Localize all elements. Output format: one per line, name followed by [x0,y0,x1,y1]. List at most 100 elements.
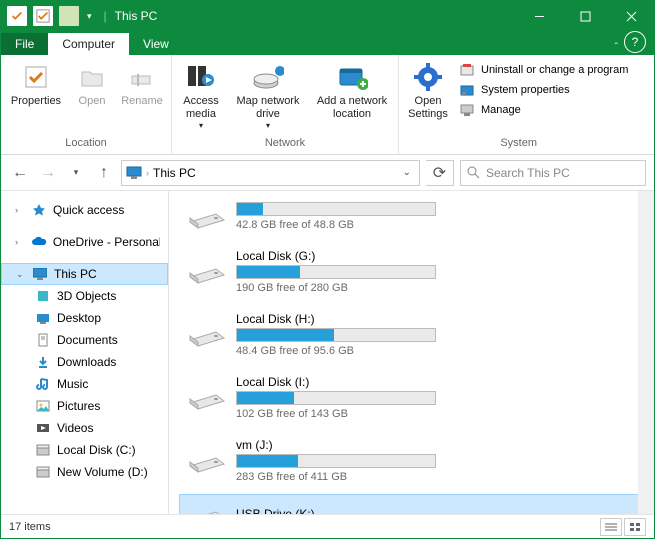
map-drive-button[interactable]: Map network drive▾ [228,59,308,131]
open-button[interactable]: Open [69,59,115,108]
sidebar-item-new-volume-d-[interactable]: New Volume (D:) [1,461,168,483]
pc-icon [32,266,48,282]
pc-icon [126,166,142,180]
sidebar-item-this-pc[interactable]: ⌄This PC [1,263,168,285]
folder-icon [35,332,51,348]
sidebar-item-pictures[interactable]: Pictures [1,395,168,417]
drive-name: Local Disk (G:) [236,249,637,263]
drive-icon [186,384,226,412]
sidebar-item-videos[interactable]: Videos [1,417,168,439]
refresh-button[interactable]: ⟳ [426,160,454,186]
drive-free-text: 42.8 GB free of 48.8 GB [236,219,637,231]
folder-icon [35,442,51,458]
drive-icon [186,203,226,231]
maximize-button[interactable] [562,1,608,31]
drive-item[interactable]: Local Disk (I:)102 GB free of 143 GB [179,368,644,427]
qat-dropdown-icon[interactable]: ▾ [85,11,94,22]
drive-icon [186,321,226,349]
group-network: Access media▾ Map network drive▾ Add a n… [172,55,399,154]
manage-icon [459,102,475,118]
address-bar[interactable]: › This PC ⌄ [121,160,420,186]
drive-item[interactable]: vm (J:) 283 GB free of 411 GB [179,431,644,490]
folder-icon [35,310,51,326]
checkbox-qat-icon[interactable] [33,6,53,26]
sidebar-item-quick-access[interactable]: ›Quick access [1,199,168,221]
drive-icon [186,447,226,475]
drive-free-text: 190 GB free of 280 GB [236,282,637,294]
uninstall-button[interactable]: Uninstall or change a program [455,61,632,79]
properties-qat-icon[interactable] [7,6,27,26]
drive-item[interactable]: Local Disk (G:) 190 GB free of 280 GB [179,242,644,301]
drive-item[interactable]: USB Drive (K:) [179,494,644,514]
add-location-icon [336,61,368,93]
system-properties-button[interactable]: System properties [455,81,632,99]
sidebar-item-downloads[interactable]: Downloads [1,351,168,373]
search-input[interactable]: Search This PC [460,160,646,186]
drive-name: USB Drive (K:) [236,507,637,514]
sysprops-icon [459,82,475,98]
minimize-button[interactable] [516,1,562,31]
sidebar-item-documents[interactable]: Documents [1,329,168,351]
title-bar: ▾ | This PC [1,1,654,31]
nav-sidebar: ›Quick access ›OneDrive - Personal ⌄This… [1,191,169,514]
address-location[interactable]: This PC [153,166,196,180]
large-icons-view-button[interactable] [624,518,646,536]
drive-name: Local Disk (H:) [236,312,637,326]
open-settings-button[interactable]: Open Settings [405,59,451,121]
ribbon-tabs: File Computer View ˆ ? [1,31,654,55]
capacity-bar [236,454,436,468]
close-button[interactable] [608,1,654,31]
capacity-bar [236,265,436,279]
chevron-right-icon[interactable]: › [146,168,149,178]
properties-button[interactable]: Properties [7,59,65,108]
search-icon [467,166,480,179]
help-button[interactable]: ? [624,31,646,53]
quick-access-toolbar: ▾ [1,6,100,26]
back-button[interactable]: ← [9,162,31,184]
drive-item[interactable]: 42.8 GB free of 48.8 GB [179,195,644,238]
sidebar-item-onedrive[interactable]: ›OneDrive - Personal [1,231,168,253]
drive-free-text: 102 GB free of 143 GB [236,408,637,420]
drive-item[interactable]: Local Disk (H:) 48.4 GB free of 95.6 GB [179,305,644,364]
sidebar-item-desktop[interactable]: Desktop [1,307,168,329]
search-placeholder: Search This PC [486,166,570,180]
group-system: Open Settings Uninstall or change a prog… [399,55,638,154]
drive-name: vm (J:) [236,438,637,452]
folder-icon [35,288,51,304]
item-count: 17 items [9,521,51,533]
collapse-ribbon-icon[interactable]: ˆ [615,42,618,53]
status-bar: 17 items [1,514,654,538]
divider: | [104,9,107,23]
settings-icon [412,61,444,93]
capacity-bar [236,202,436,216]
drive-free-text: 48.4 GB free of 95.6 GB [236,345,637,357]
up-button[interactable]: ↑ [93,162,115,184]
sidebar-item-music[interactable]: Music [1,373,168,395]
tab-file[interactable]: File [1,33,48,55]
sidebar-item-3d-objects[interactable]: 3D Objects [1,285,168,307]
properties-icon [20,61,52,93]
details-view-button[interactable] [600,518,622,536]
address-dropdown-icon[interactable]: ⌄ [399,167,415,178]
folder-icon [35,376,51,392]
history-dropdown-icon[interactable]: ▾ [65,162,87,184]
group-location: Properties Open Rename Location [1,55,172,154]
rename-button[interactable]: Rename [119,59,165,108]
drive-icon [186,501,226,514]
add-location-button[interactable]: Add a network location [312,59,392,121]
folder-icon [35,398,51,414]
forward-button[interactable]: → [37,162,59,184]
newfolder-qat-icon[interactable] [59,6,79,26]
cloud-icon [31,234,47,250]
star-icon [31,202,47,218]
capacity-bar [236,391,436,405]
drive-free-text: 283 GB free of 411 GB [236,471,637,483]
capacity-bar [236,328,436,342]
tab-computer[interactable]: Computer [48,33,129,55]
vertical-scrollbar[interactable] [638,191,654,514]
manage-button[interactable]: Manage [455,101,632,119]
sidebar-item-local-disk-c-[interactable]: Local Disk (C:) [1,439,168,461]
access-media-button[interactable]: Access media▾ [178,59,224,131]
open-icon [76,61,108,93]
tab-view[interactable]: View [129,33,183,55]
